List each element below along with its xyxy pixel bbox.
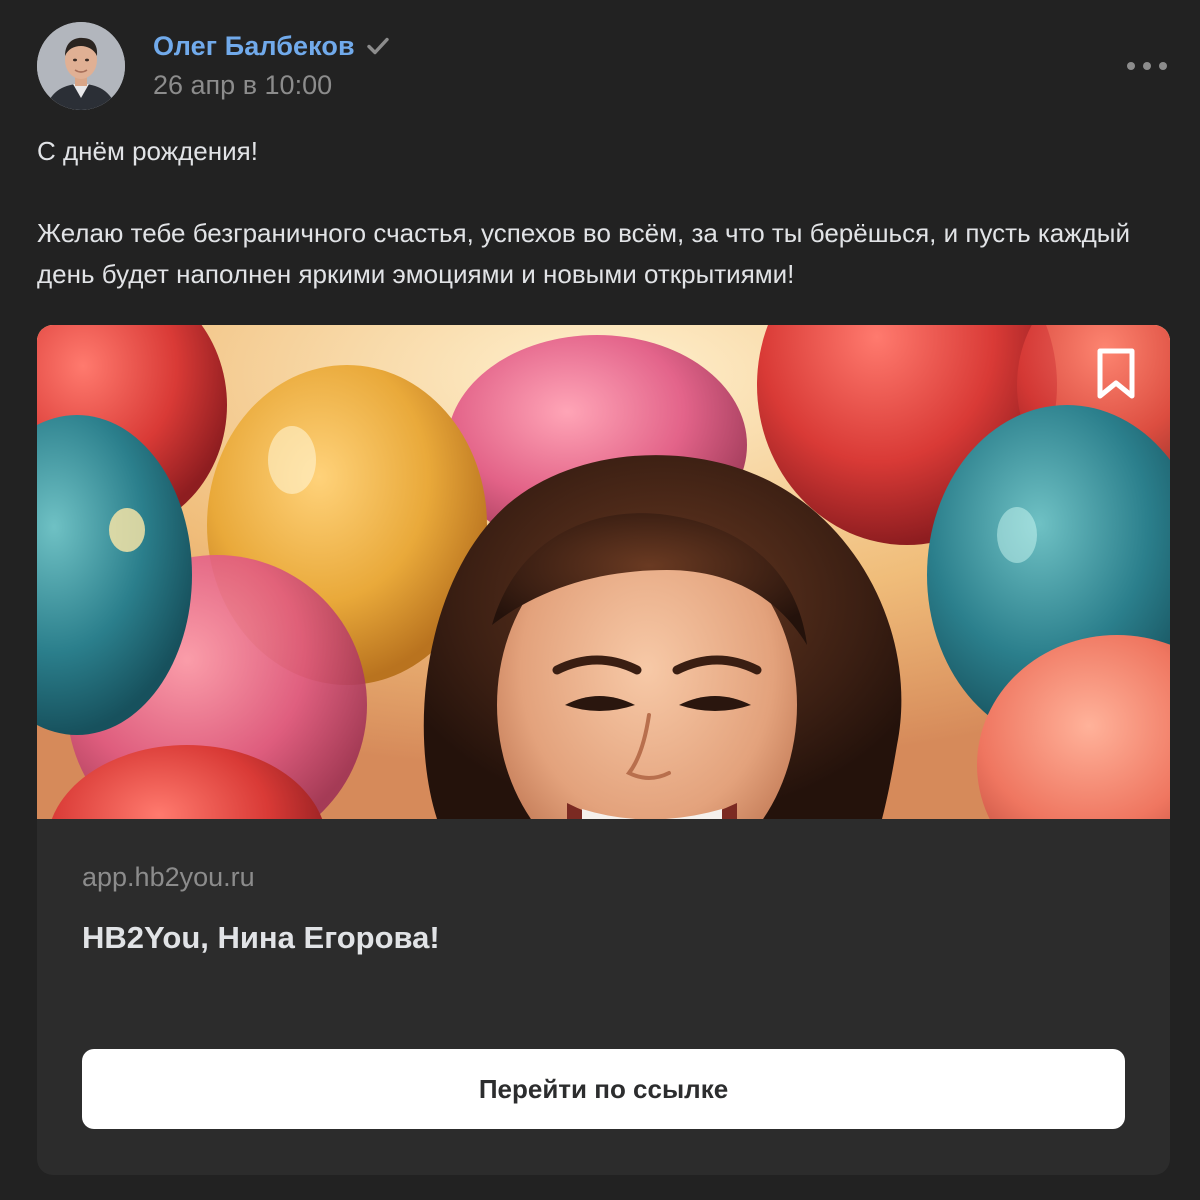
card-domain: app.hb2you.ru bbox=[82, 862, 255, 892]
post-date[interactable]: 26 апр в 10:00 bbox=[153, 70, 391, 101]
more-dot bbox=[1159, 62, 1167, 70]
post: Олег Балбеков 26 апр в 10:00 С днём рожд… bbox=[0, 0, 1200, 1200]
card-image-art bbox=[37, 325, 1170, 819]
author-block: Олег Балбеков 26 апр в 10:00 bbox=[153, 28, 391, 101]
card-image[interactable] bbox=[37, 325, 1170, 819]
post-text-line1: С днём рождения! bbox=[37, 136, 258, 166]
check-icon bbox=[365, 33, 391, 59]
avatar-image bbox=[37, 22, 125, 110]
avatar[interactable] bbox=[37, 22, 125, 110]
post-text: С днём рождения! Желаю тебе безграничног… bbox=[37, 131, 1167, 295]
author-row: Олег Балбеков bbox=[153, 28, 391, 64]
more-dot bbox=[1127, 62, 1135, 70]
post-header: Олег Балбеков 26 апр в 10:00 bbox=[37, 22, 1167, 112]
author-name[interactable]: Олег Балбеков bbox=[153, 31, 355, 62]
card-title[interactable]: HB2You, Нина Егорова! bbox=[82, 920, 440, 956]
link-card[interactable]: app.hb2you.ru HB2You, Нина Егорова! Пере… bbox=[37, 325, 1170, 1175]
bookmark-icon[interactable] bbox=[1092, 347, 1140, 401]
more-icon[interactable] bbox=[1127, 52, 1167, 80]
more-dot bbox=[1143, 62, 1151, 70]
post-text-line2: Желаю тебе безграничного счастья, успехо… bbox=[37, 218, 1131, 289]
open-link-button[interactable]: Перейти по ссылке bbox=[82, 1049, 1125, 1129]
